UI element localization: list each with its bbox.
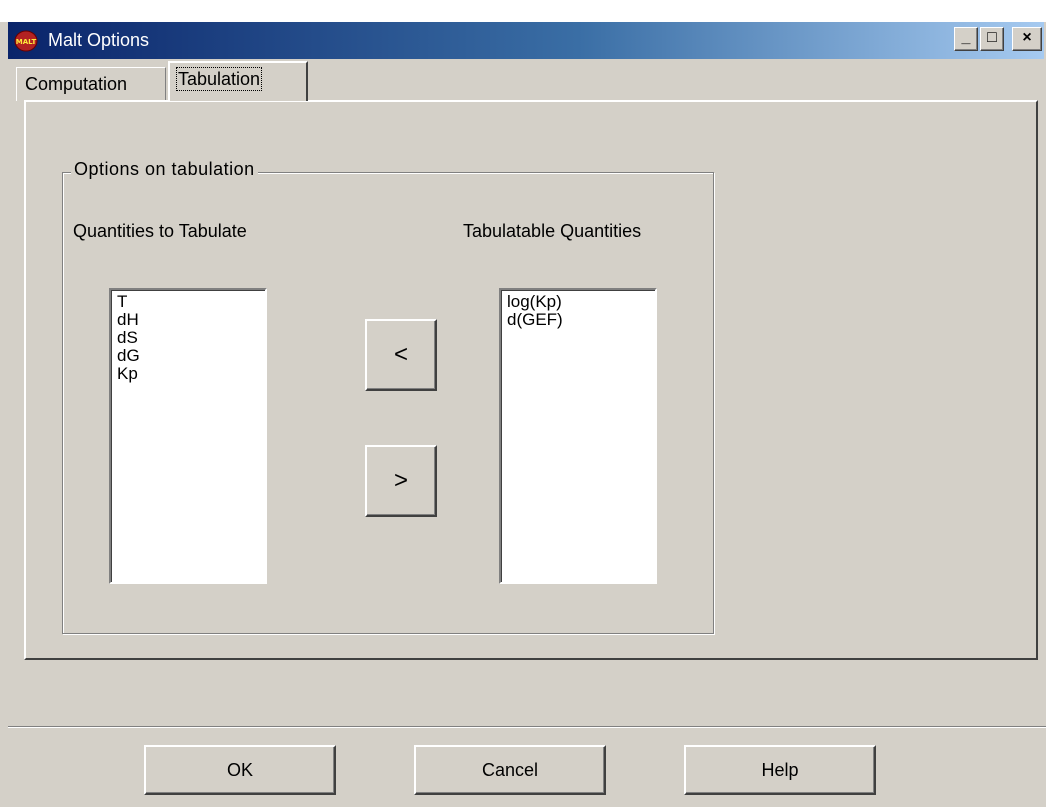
tabulatable-quantities-label: Tabulatable Quantities (463, 221, 642, 241)
tab-computation-label: Computation (25, 74, 128, 94)
window-title: Malt Options (48, 30, 150, 50)
cancel-label: Cancel (481, 760, 539, 780)
minimize-icon: _ (961, 29, 971, 46)
help-button[interactable]: Help (684, 745, 876, 795)
tab-tabulation-label: Tabulation (175, 67, 263, 91)
move-left-label: < (393, 341, 408, 368)
ok-label: OK (226, 760, 253, 780)
maximize-button[interactable]: □ (980, 27, 1004, 51)
list-item[interactable]: dS (117, 329, 259, 347)
top-margin (0, 0, 1046, 22)
maximize-icon: □ (987, 29, 997, 46)
groupbox-legend: Options on tabulation (71, 159, 258, 180)
quantities-to-tabulate-label: Quantities to Tabulate (73, 221, 247, 241)
footer-separator (8, 726, 1046, 728)
move-right-label: > (393, 467, 408, 494)
list-item[interactable]: dG (117, 347, 259, 365)
tab-computation[interactable]: Computation (16, 67, 166, 101)
move-right-button[interactable]: > (365, 445, 437, 517)
close-button[interactable]: × (1012, 27, 1042, 51)
app-icon-text: MALT (16, 38, 37, 46)
list-item[interactable]: dH (117, 311, 259, 329)
list-item[interactable]: T (117, 293, 259, 311)
selected-quantities-list[interactable]: T dH dS dG Kp (109, 288, 267, 584)
options-dialog: MALT Malt Options _ □ × Computation Tabu… (0, 0, 1046, 807)
close-icon: × (1022, 29, 1032, 46)
move-left-button[interactable]: < (365, 319, 437, 391)
list-item[interactable]: log(Kp) (507, 293, 649, 311)
list-item[interactable]: d(GEF) (507, 311, 649, 329)
tab-strip: Computation Tabulation (8, 59, 1044, 101)
tab-tabulation[interactable]: Tabulation (168, 61, 308, 101)
title-bar[interactable]: MALT Malt Options _ □ × (8, 22, 1044, 59)
ok-button[interactable]: OK (144, 745, 336, 795)
list-item[interactable]: Kp (117, 365, 259, 383)
options-groupbox: Options on tabulation Quantities to Tabu… (62, 159, 714, 634)
app-icon: MALT (14, 30, 38, 52)
minimize-button[interactable]: _ (954, 27, 978, 51)
cancel-button[interactable]: Cancel (414, 745, 606, 795)
help-label: Help (761, 760, 799, 780)
tabulation-panel: Options on tabulation Quantities to Tabu… (24, 100, 1038, 660)
available-quantities-list[interactable]: log(Kp) d(GEF) (499, 288, 657, 584)
